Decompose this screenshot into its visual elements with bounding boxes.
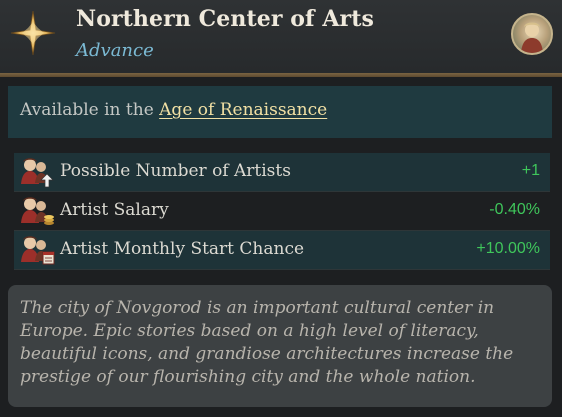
header-divider [0, 73, 562, 77]
modifier-list: Possible Number of Artists +1 Artist Sal… [14, 153, 550, 270]
modifier-value: +1 [521, 162, 540, 179]
modifier-row: Possible Number of Artists +1 [14, 153, 550, 192]
modifier-label: Artist Salary [60, 200, 169, 220]
availability-text: Available in the Age of Renaissance [20, 100, 327, 120]
modifier-value: -0.40% [489, 201, 540, 218]
compass-star-icon [10, 10, 56, 56]
modifier-value: +10.00% [476, 240, 540, 257]
artist-chance-icon [21, 236, 55, 265]
artist-count-icon [21, 158, 54, 188]
availability-panel: Available in the Age of Renaissance [8, 86, 552, 138]
age-link[interactable]: Age of Renaissance [159, 100, 327, 120]
description-panel: The city of Novgorod is an important cul… [8, 285, 552, 407]
portrait-figure-icon [521, 22, 543, 53]
tooltip-header: Northern Center of Arts Advance [0, 0, 562, 73]
modifier-label: Artist Monthly Start Chance [60, 239, 305, 259]
character-portrait[interactable] [511, 13, 553, 55]
availability-prefix: Available in the [20, 100, 160, 120]
advance-title: Northern Center of Arts [76, 6, 374, 32]
modifier-row: Artist Salary -0.40% [14, 192, 550, 231]
artist-salary-icon [21, 197, 54, 225]
advance-type-label: Advance [76, 40, 154, 61]
flavor-description: The city of Novgorod is an important cul… [20, 298, 514, 387]
modifier-label: Possible Number of Artists [60, 161, 291, 181]
modifier-row: Artist Monthly Start Chance +10.00% [14, 231, 550, 270]
